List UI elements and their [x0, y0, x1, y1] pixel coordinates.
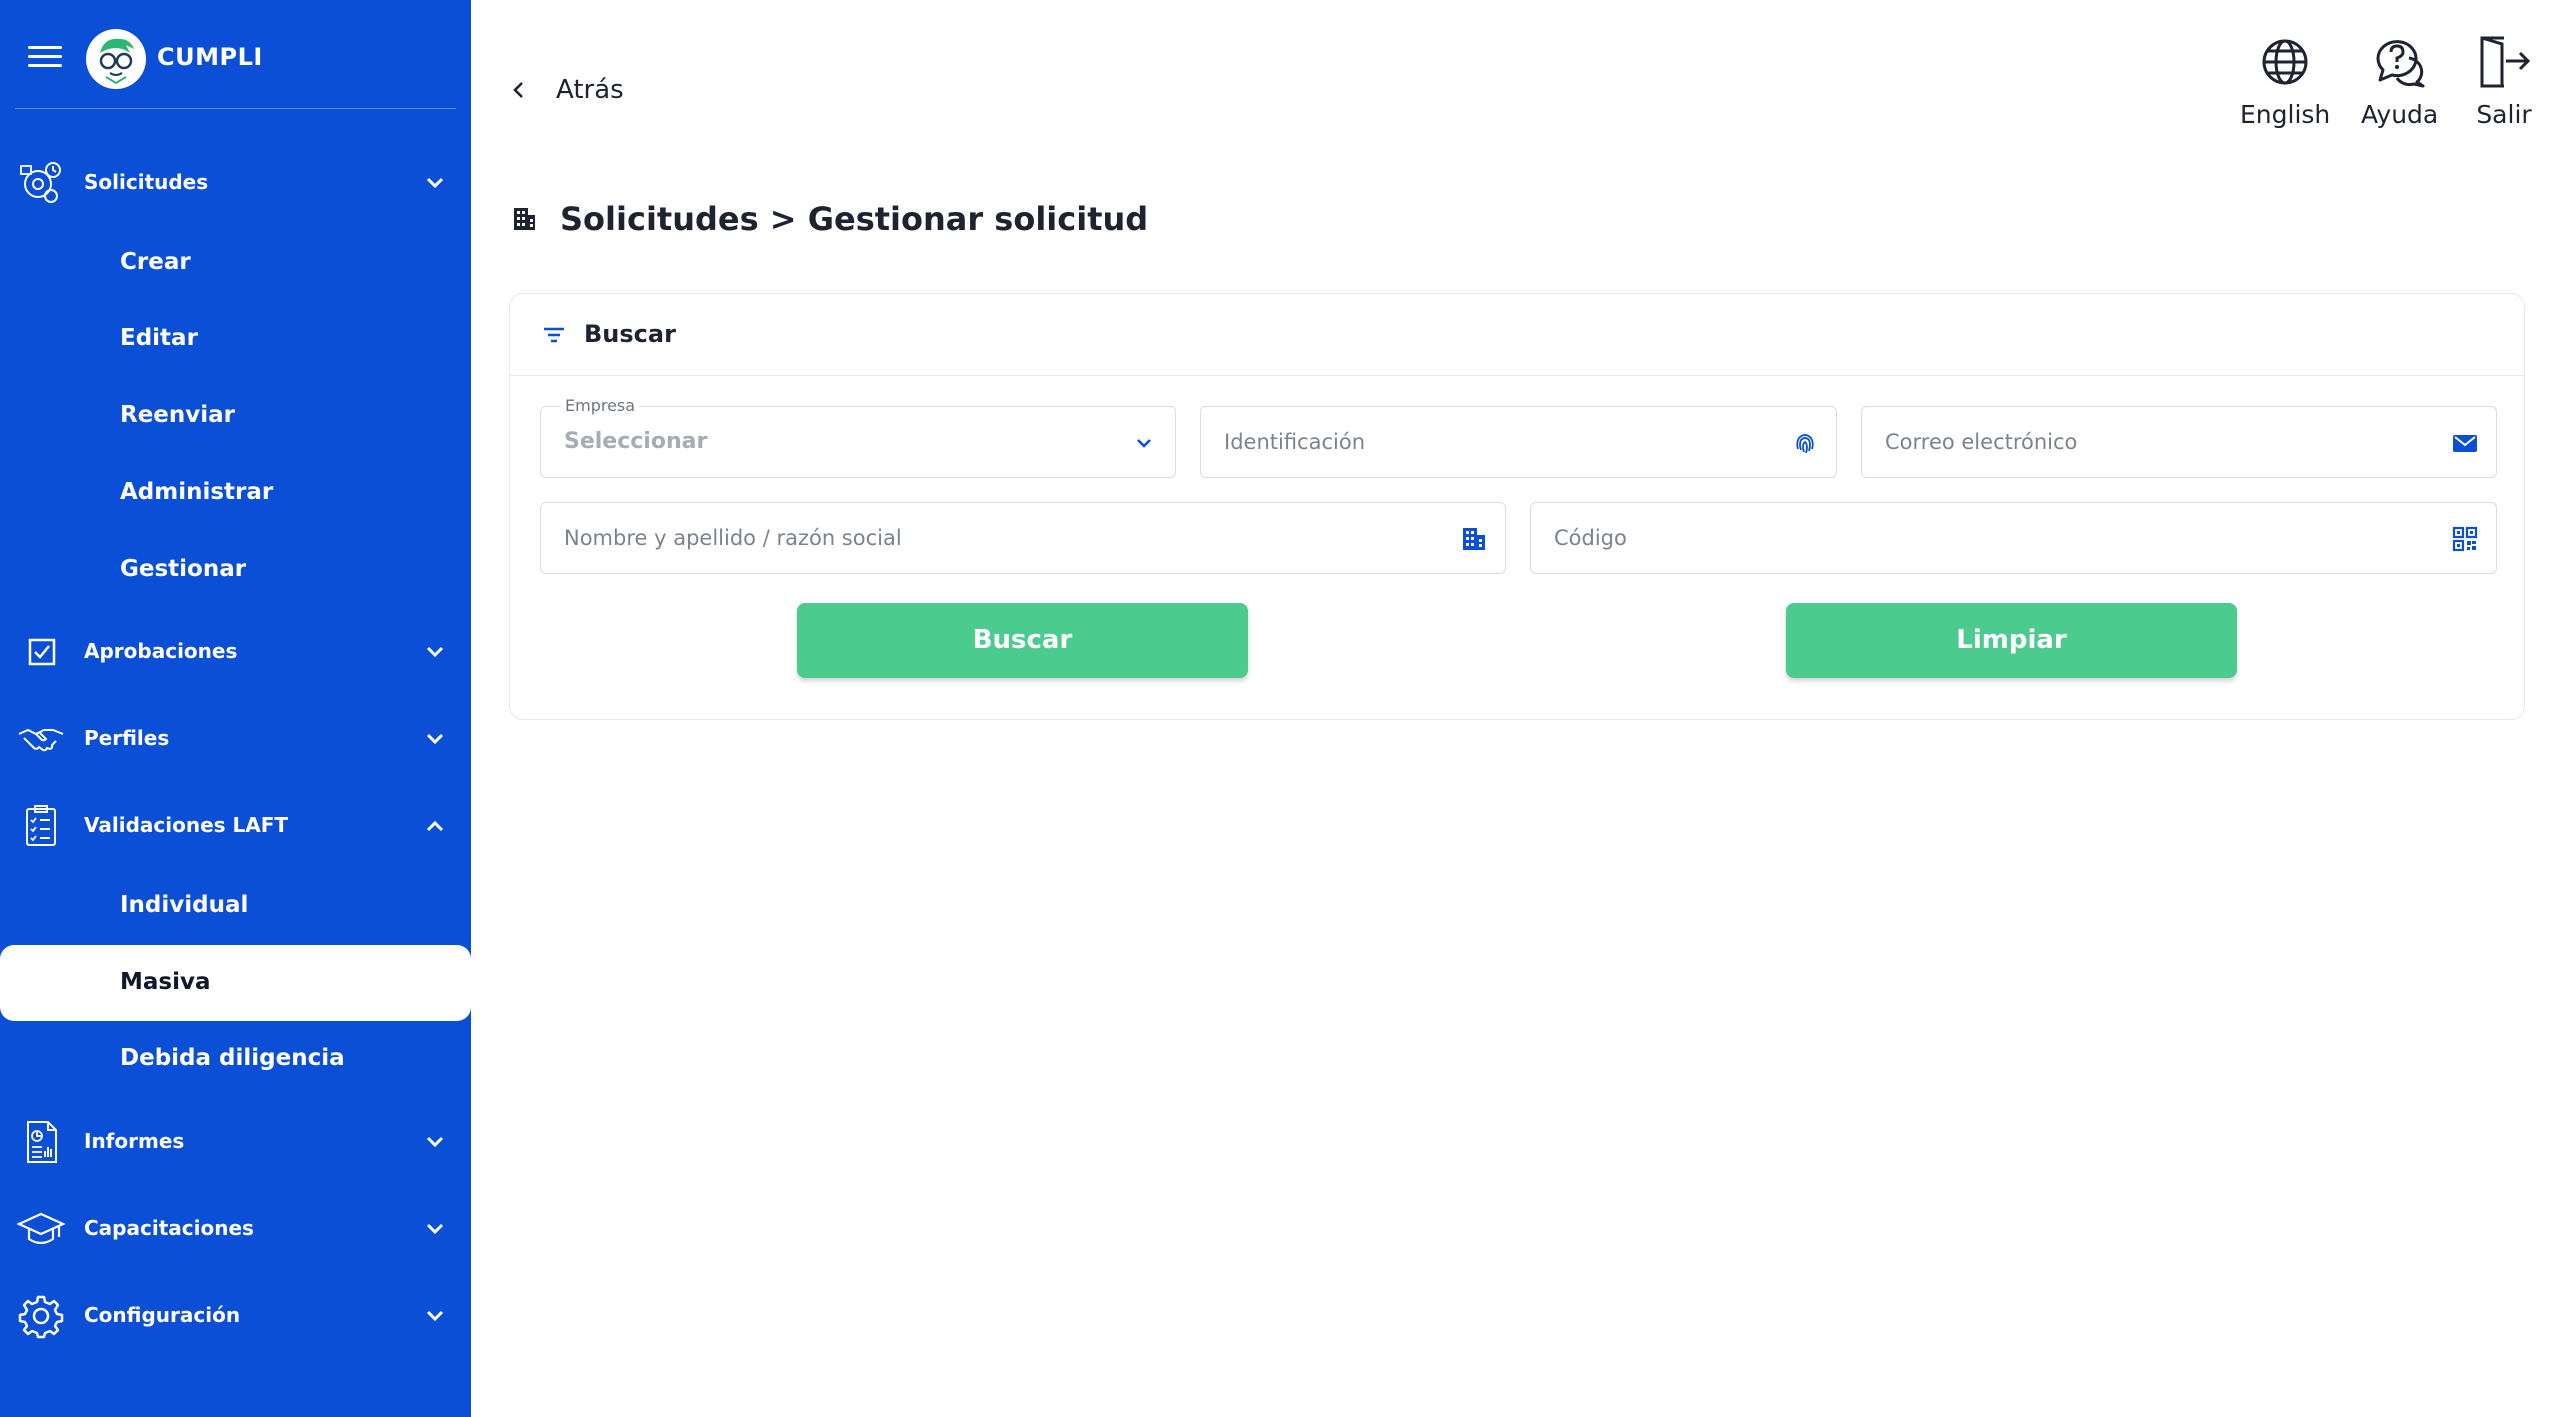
logout-label: Salir: [2476, 100, 2532, 129]
language-button[interactable]: English: [2240, 32, 2330, 129]
language-label: English: [2240, 100, 2331, 129]
empresa-select[interactable]: Empresa Seleccionar: [540, 396, 1176, 478]
search-button[interactable]: Buscar: [797, 603, 1248, 678]
clear-button[interactable]: Limpiar: [1786, 603, 2237, 678]
empresa-value: Seleccionar: [564, 429, 708, 454]
checkbox-icon: [28, 638, 56, 666]
sidebar-section-label: Solicitudes: [84, 170, 209, 194]
gear-icon: [18, 1295, 64, 1339]
chevron-down-icon: [426, 733, 444, 745]
sidebar-section-capacitaciones[interactable]: Capacitaciones: [0, 1191, 471, 1267]
clipboard-checklist-icon: [26, 805, 56, 846]
fingerprint-icon: [1796, 434, 1814, 454]
sidebar-section-solicitudes[interactable]: Solicitudes: [0, 145, 471, 221]
correo-field[interactable]: [1861, 406, 2497, 478]
chevron-down-icon: [426, 1136, 444, 1148]
sidebar-item-label: Individual: [120, 892, 249, 918]
sidebar-item-debida-diligencia[interactable]: Debida diligencia: [0, 1021, 471, 1097]
sidebar-section-label: Informes: [84, 1129, 185, 1153]
sidebar-section-configuracion[interactable]: Configuración: [0, 1278, 471, 1354]
empresa-label: Empresa: [561, 396, 640, 415]
email-icon: [2453, 435, 2477, 452]
sidebar-section-aprobaciones[interactable]: Aprobaciones: [0, 614, 471, 690]
sidebar-section-informes[interactable]: Informes: [0, 1104, 471, 1180]
building-icon: [514, 208, 535, 230]
sidebar-section-label: Aprobaciones: [84, 639, 238, 663]
identificacion-input[interactable]: [1201, 407, 1836, 477]
sidebar-item-crear[interactable]: Crear: [0, 225, 471, 301]
sidebar-section-perfiles[interactable]: Perfiles: [0, 701, 471, 777]
handshake-icon: [18, 728, 64, 752]
sidebar-item-label: Crear: [120, 249, 191, 275]
codigo-input[interactable]: [1531, 503, 2496, 573]
back-button[interactable]: Atrás: [506, 70, 624, 110]
sidebar-section-label: Configuración: [84, 1303, 241, 1327]
chevron-up-icon: [426, 820, 444, 832]
logout-button[interactable]: Salir: [2474, 32, 2534, 129]
search-card: Buscar Empresa Seleccionar Identificació…: [509, 293, 2525, 720]
chevron-down-icon: [426, 646, 444, 658]
menu-icon[interactable]: [28, 46, 62, 72]
sidebar-item-label: Reenviar: [120, 402, 236, 428]
sidebar-item-individual[interactable]: Individual: [0, 868, 471, 944]
logout-icon: [2480, 36, 2531, 88]
qr-code-icon: [2452, 526, 2478, 552]
sidebar-item-administrar[interactable]: Administrar: [0, 455, 471, 531]
help-chat-icon: [2376, 40, 2425, 88]
back-label: Atrás: [556, 75, 624, 105]
sidebar-section-label: Capacitaciones: [84, 1216, 254, 1240]
help-button[interactable]: Ayuda: [2361, 32, 2438, 129]
help-label: Ayuda: [2361, 100, 2439, 129]
globe-icon: [2262, 39, 2308, 85]
chevron-down-icon: [426, 177, 444, 189]
sidebar-item-label: Administrar: [120, 479, 274, 505]
sidebar-section-validaciones-laft[interactable]: Validaciones LAFT: [0, 788, 471, 864]
nombre-input[interactable]: [541, 503, 1505, 573]
report-chart-icon: [27, 1121, 57, 1163]
sidebar-item-label: Editar: [120, 325, 198, 351]
brand-name: CUMPLI: [157, 43, 263, 71]
sidebar-item-label: Gestionar: [120, 556, 247, 582]
sidebar-item-label: Debida diligencia: [120, 1045, 345, 1071]
chevron-down-icon: [1137, 439, 1151, 448]
building-icon: [1463, 528, 1485, 550]
graduation-cap-icon: [16, 1212, 66, 1245]
sidebar-section-label: Validaciones LAFT: [84, 813, 289, 837]
sidebar-item-reenviar[interactable]: Reenviar: [0, 378, 471, 454]
sidebar-item-editar[interactable]: Editar: [0, 301, 471, 377]
page-header: Solicitudes > Gestionar solicitud: [510, 200, 1148, 238]
identificacion-field[interactable]: [1200, 406, 1837, 478]
page-title: Solicitudes > Gestionar solicitud: [560, 200, 1149, 238]
search-card-header: Buscar: [510, 294, 2524, 376]
logo-icon: [86, 29, 146, 89]
sidebar-divider: [15, 108, 456, 109]
codigo-field[interactable]: [1530, 502, 2497, 574]
chevron-down-icon: [426, 1223, 444, 1235]
nombre-field[interactable]: [540, 502, 1506, 574]
brand-header: CUMPLI: [0, 0, 471, 109]
sidebar: CUMPLI Solicitudes Crear Editar Reenviar…: [0, 0, 471, 1417]
sidebar-item-gestionar[interactable]: Gestionar: [0, 532, 471, 608]
chevron-down-icon: [426, 1310, 444, 1322]
sidebar-item-label: Masiva: [120, 969, 211, 995]
sidebar-item-masiva[interactable]: Masiva: [0, 945, 471, 1021]
correo-input[interactable]: [1862, 407, 2496, 477]
filter-icon: [544, 327, 564, 343]
sidebar-section-label: Perfiles: [84, 726, 170, 750]
requests-gear-icon: [20, 162, 61, 203]
search-card-title: Buscar: [584, 320, 676, 348]
chevron-left-icon: [513, 82, 523, 98]
